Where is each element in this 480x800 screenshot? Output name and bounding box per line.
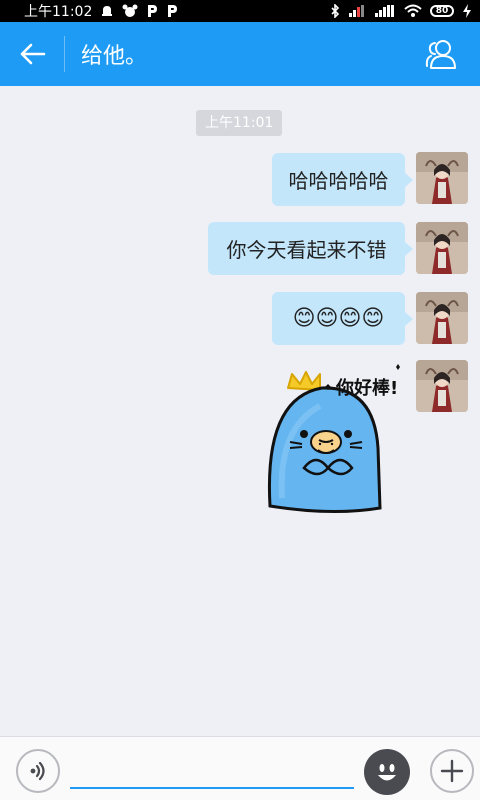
avatar[interactable] (416, 222, 468, 274)
timestamp-badge: 上午11:01 (196, 110, 283, 136)
more-button[interactable] (430, 749, 474, 793)
plus-icon (440, 759, 464, 783)
signal-icon (374, 4, 396, 18)
contacts-button[interactable] (408, 22, 472, 86)
battery-icon: 80 (430, 5, 454, 17)
title-bar: 给他。 (0, 22, 480, 86)
chat-area[interactable]: 上午11:01 哈哈哈哈哈 你今天看起来不错 😊😊😊😊 你好棒! (0, 86, 480, 736)
status-bar: 上午11:02 80 (0, 0, 480, 22)
pet-icon (122, 4, 138, 18)
parking-icon (166, 4, 178, 18)
seal-sticker[interactable]: 你好棒! (262, 358, 412, 518)
wifi-icon (404, 4, 422, 18)
emoji-button[interactable] (364, 749, 410, 795)
message-bubble[interactable]: 哈哈哈哈哈 (272, 153, 413, 206)
alarm-icon (100, 4, 114, 18)
avatar[interactable] (416, 292, 468, 344)
parking-icon (146, 4, 158, 18)
arrow-left-icon (20, 43, 46, 65)
chat-title: 给他。 (81, 44, 148, 69)
status-time: 上午11:02 (24, 4, 93, 20)
back-button[interactable] (0, 22, 64, 86)
status-left: 上午11:02 (24, 1, 178, 21)
title-divider (64, 36, 65, 72)
avatar-image (416, 292, 468, 344)
smiley-icon (378, 764, 396, 781)
sticker-text: 你好棒! (335, 377, 398, 399)
avatar[interactable] (416, 360, 468, 412)
message-text: 你今天看起来不错 (226, 238, 387, 262)
avatar[interactable] (416, 152, 468, 204)
message-input[interactable] (70, 751, 354, 789)
signal-icon (348, 4, 366, 18)
avatar-image (416, 152, 468, 204)
avatar-image (416, 222, 468, 274)
contacts-icon (425, 40, 456, 69)
voice-icon (30, 761, 45, 781)
emoji-message-bubble[interactable]: 😊😊😊😊 (272, 292, 413, 345)
message-bubble[interactable]: 你今天看起来不错 (208, 222, 413, 275)
input-bar (0, 736, 480, 800)
avatar-image (416, 360, 468, 412)
voice-button[interactable] (16, 749, 60, 793)
emoji-text: 😊😊😊😊 (292, 306, 385, 331)
charging-icon (462, 4, 472, 18)
seal-sticker-image: 你好棒! (267, 364, 400, 514)
status-right: 80 (330, 4, 472, 18)
message-text: 哈哈哈哈哈 (288, 169, 389, 193)
bluetooth-icon (330, 4, 340, 18)
